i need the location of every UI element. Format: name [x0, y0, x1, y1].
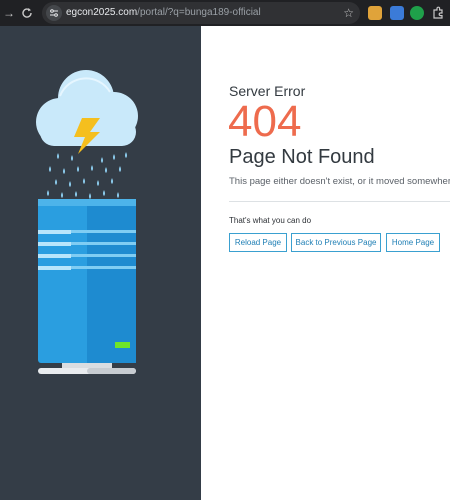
actions-heading: That's what you can do	[229, 216, 312, 225]
error-title: Page Not Found	[229, 146, 375, 168]
extension-icon-3[interactable]	[410, 6, 424, 20]
url-text: egcon2025.com/portal/?q=bunga189-officia…	[66, 6, 261, 20]
back-to-previous-page-button[interactable]: Back to Previous Page	[291, 233, 381, 252]
home-page-button[interactable]: Home Page	[386, 233, 440, 252]
error-code: 404	[228, 97, 302, 146]
rain-drops	[47, 152, 127, 199]
reload-page-button[interactable]: Reload Page	[229, 233, 287, 252]
url-host: egcon2025.com	[66, 7, 138, 18]
extension-icon-2[interactable]	[390, 6, 404, 20]
error-description: This page either doesn't exist, or it mo…	[229, 176, 450, 187]
divider	[229, 201, 450, 202]
storm-cloud-icon	[36, 70, 138, 154]
server-icon	[38, 199, 136, 374]
illustration	[36, 70, 138, 374]
address-bar[interactable]: egcon2025.com/portal/?q=bunga189-officia…	[42, 2, 360, 24]
extensions-icon[interactable]	[431, 6, 445, 20]
star-icon[interactable]: ☆	[343, 5, 354, 21]
reload-icon[interactable]	[18, 4, 36, 22]
error-content: Server Error 404 Page Not Found This pag…	[201, 26, 450, 500]
back-arrow-icon[interactable]: →	[0, 4, 18, 22]
browser-toolbar: → egcon2025.com/portal/?q=bunga189-offic…	[0, 0, 450, 26]
url-path: /portal/?q=bunga189-official	[137, 7, 261, 18]
site-info-icon[interactable]	[46, 5, 62, 21]
extension-icon-1[interactable]	[368, 6, 382, 20]
illustration-panel	[0, 26, 201, 500]
